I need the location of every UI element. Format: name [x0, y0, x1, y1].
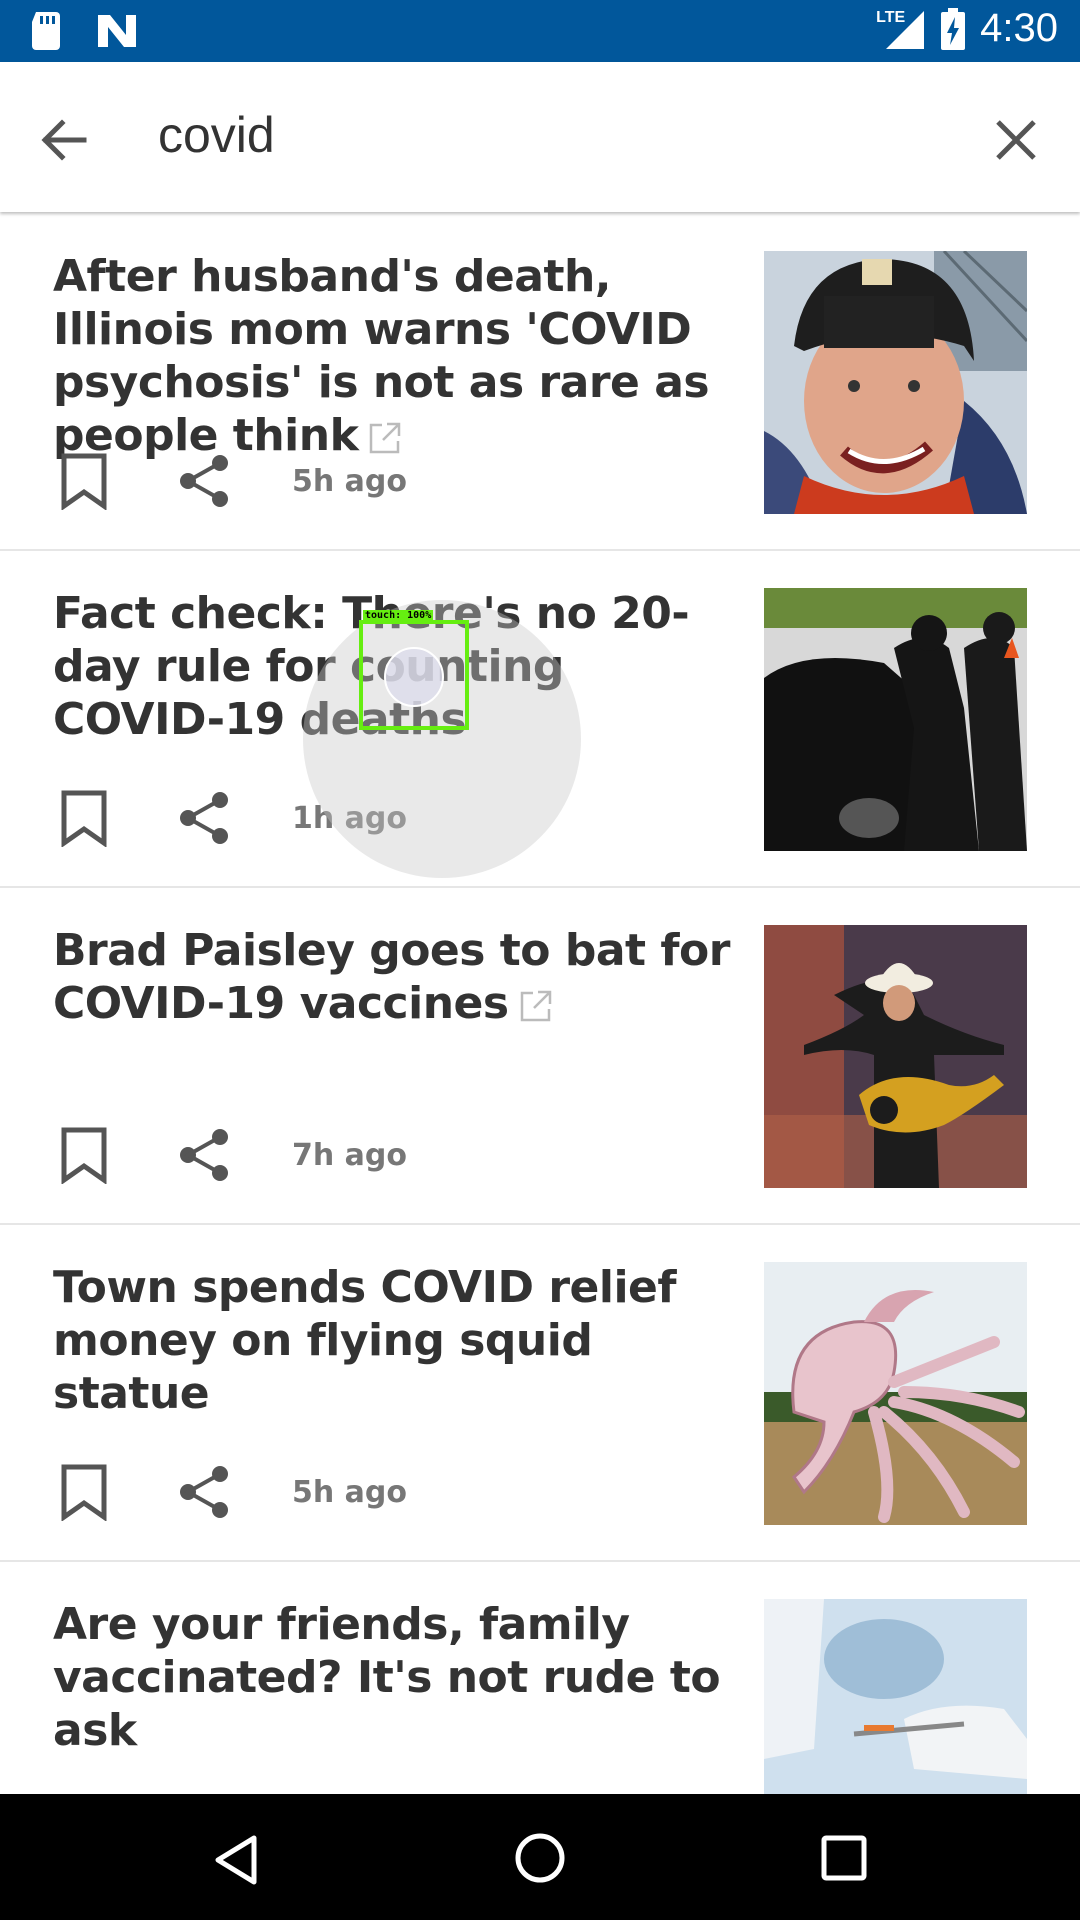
share-icon[interactable] — [176, 1127, 232, 1183]
article-title[interactable]: Brad Paisley goes to bat for COVID-19 va… — [53, 924, 733, 1030]
article-actions: 5h ago — [58, 1462, 407, 1522]
touch-bounding-box — [359, 620, 469, 730]
touch-label: touch: 100% — [363, 610, 434, 621]
list-item[interactable]: After husband's death, Illinois mom warn… — [0, 214, 1080, 551]
article-actions: 7h ago — [58, 1125, 407, 1185]
arrow-back-icon[interactable] — [36, 112, 92, 168]
nav-back-icon[interactable] — [212, 1834, 260, 1886]
list-item[interactable]: Town spends COVID relief money on flying… — [0, 1225, 1080, 1562]
navigation-bar — [0, 1794, 1080, 1920]
external-link-icon — [370, 422, 401, 454]
lte-signal-icon: LTE — [876, 7, 926, 51]
share-icon[interactable] — [176, 453, 232, 509]
results-list[interactable]: After husband's death, Illinois mom warn… — [0, 214, 1080, 1794]
article-title[interactable]: Town spends COVID relief money on flying… — [53, 1261, 733, 1420]
bookmark-icon[interactable] — [58, 1126, 110, 1184]
bookmark-icon[interactable] — [58, 789, 110, 847]
article-title[interactable]: Are your friends, family vaccinated? It'… — [53, 1598, 733, 1757]
share-icon[interactable] — [176, 1464, 232, 1520]
nav-home-icon[interactable] — [514, 1832, 566, 1884]
list-item[interactable]: Brad Paisley goes to bat for COVID-19 va… — [0, 888, 1080, 1225]
article-time: 7h ago — [292, 1137, 408, 1173]
clock: 4:30 — [980, 6, 1058, 50]
share-icon[interactable] — [176, 790, 232, 846]
article-time: 5h ago — [292, 463, 408, 499]
article-thumbnail[interactable] — [764, 925, 1027, 1188]
external-link-icon — [520, 990, 551, 1022]
article-thumbnail[interactable] — [764, 251, 1027, 514]
article-title[interactable]: After husband's death, Illinois mom warn… — [53, 250, 733, 462]
article-thumbnail[interactable] — [764, 588, 1027, 851]
article-actions: 5h ago — [58, 451, 407, 511]
battery-charging-icon — [941, 7, 966, 50]
close-icon[interactable] — [990, 114, 1042, 166]
n-notification-icon — [98, 15, 136, 47]
list-item[interactable]: Are your friends, family vaccinated? It'… — [0, 1562, 1080, 1794]
status-bar: LTE 4:30 — [0, 0, 1080, 62]
article-thumbnail[interactable] — [764, 1599, 1027, 1794]
article-time: 5h ago — [292, 1474, 408, 1510]
bookmark-icon[interactable] — [58, 1463, 110, 1521]
search-input[interactable]: covid — [158, 106, 275, 164]
nav-recent-apps-icon[interactable] — [820, 1834, 868, 1882]
article-thumbnail[interactable] — [764, 1262, 1027, 1525]
bookmark-icon[interactable] — [58, 452, 110, 510]
search-bar: covid — [0, 62, 1080, 212]
sd-card-icon — [32, 12, 60, 50]
